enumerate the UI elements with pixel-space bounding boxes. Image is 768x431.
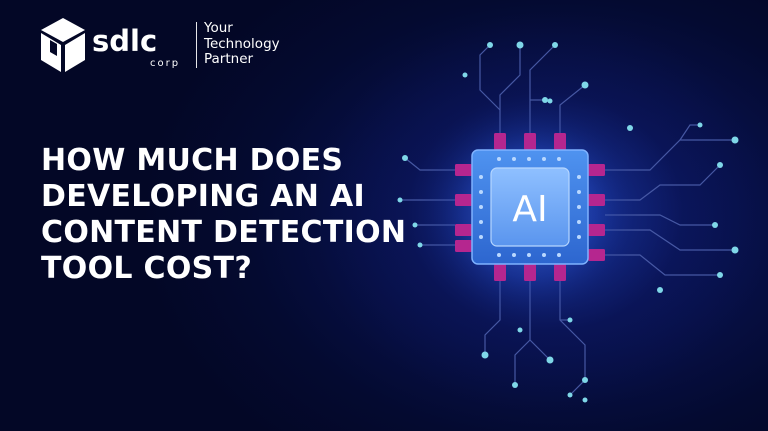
chip-pin — [554, 133, 566, 150]
chip-contact — [479, 235, 483, 239]
chip-contact — [577, 175, 581, 179]
chip-pin — [588, 164, 605, 176]
circuit-node — [582, 377, 588, 383]
chip-contact — [557, 157, 561, 161]
circuit-node — [627, 125, 633, 131]
chip-contact — [527, 253, 531, 257]
circuit-node — [462, 72, 468, 78]
circuit-node — [657, 287, 663, 293]
circuit-node — [517, 327, 523, 333]
circuit-node — [546, 356, 554, 364]
chip-contact — [542, 157, 546, 161]
chip-pin — [455, 224, 472, 236]
circuit-node — [412, 222, 418, 228]
chip-pin — [455, 240, 472, 252]
circuit-node — [697, 122, 703, 128]
circuit-node — [581, 81, 589, 89]
circuit-node — [402, 155, 408, 161]
chip-pin — [455, 194, 472, 206]
chip-contact — [577, 235, 581, 239]
chip-contact — [527, 157, 531, 161]
circuit-trace — [514, 339, 531, 385]
chip-contact — [542, 253, 546, 257]
chip-contact — [512, 253, 516, 257]
chip-contact — [479, 205, 483, 209]
chip-pin — [554, 264, 566, 281]
chip-pin — [494, 264, 506, 281]
chip-pin — [588, 249, 605, 261]
chip-contact — [479, 220, 483, 224]
chip-contact — [577, 190, 581, 194]
circuit-node — [417, 242, 423, 248]
chip-pin — [455, 164, 472, 176]
chip-contact — [577, 220, 581, 224]
circuit-node — [397, 197, 403, 203]
circuit-node — [567, 317, 573, 323]
circuit-node — [481, 351, 489, 359]
circuit-trace — [569, 379, 586, 396]
chip-contact — [497, 253, 501, 257]
circuit-node — [487, 42, 493, 48]
chip-pin — [524, 133, 536, 150]
circuit-node — [542, 97, 548, 103]
chip-contact — [479, 190, 483, 194]
chip-contact — [497, 157, 501, 161]
circuit-node — [717, 272, 723, 278]
circuit-node — [512, 382, 518, 388]
chip-pin — [588, 224, 605, 236]
circuit-node — [582, 397, 588, 403]
circuit-node — [731, 136, 739, 144]
chip-label: AI — [512, 189, 547, 230]
ai-chip-illustration: AI — [397, 41, 739, 403]
circuit-node — [547, 98, 553, 104]
circuit-trace — [679, 124, 700, 141]
chip-pin — [494, 133, 506, 150]
chip-pin — [524, 264, 536, 281]
chip-contact — [479, 175, 483, 179]
circuit-node — [516, 41, 524, 49]
circuit-trace — [479, 44, 501, 111]
chip-pin — [588, 194, 605, 206]
circuit-node — [731, 246, 739, 254]
circuit-node — [717, 162, 723, 168]
chip-contact — [512, 157, 516, 161]
circuit-node — [552, 42, 558, 48]
chip-contact — [577, 205, 581, 209]
chip-contact — [557, 253, 561, 257]
circuit-node — [567, 392, 573, 398]
circuit-node — [712, 222, 718, 228]
hero-banner: sdlc corp Your Technology Partner HOW MU… — [0, 0, 768, 431]
